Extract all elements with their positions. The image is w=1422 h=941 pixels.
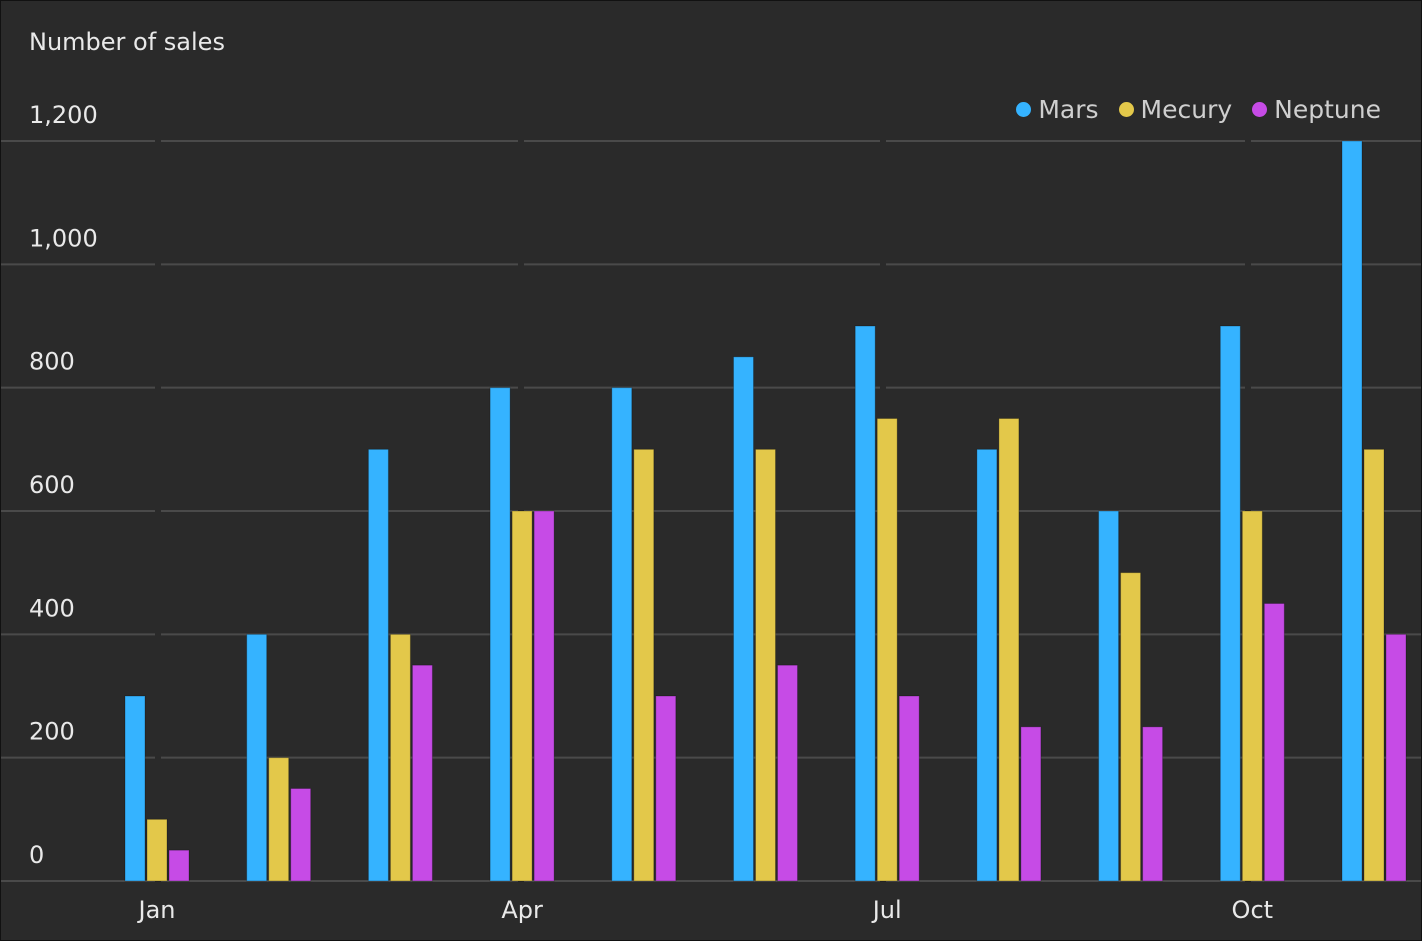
bar-mecury-oct[interactable] bbox=[1241, 510, 1263, 882]
bar-mars-oct[interactable] bbox=[1219, 325, 1241, 882]
bar-mecury-mar[interactable] bbox=[389, 633, 411, 882]
y-tick-label: 0 bbox=[29, 841, 44, 869]
x-tick-label: Jul bbox=[871, 896, 902, 924]
bar-mecury-feb[interactable] bbox=[268, 757, 290, 882]
y-tick-label: 1,000 bbox=[29, 224, 98, 252]
y-tick-label: 800 bbox=[29, 348, 75, 376]
bar-mars-sep[interactable] bbox=[1098, 510, 1120, 882]
bar-chart: Number of sales Mars Mecury Neptune 0 200… bbox=[0, 0, 1422, 941]
bar-mars-jul[interactable] bbox=[854, 325, 876, 882]
bar-neptune-nov[interactable] bbox=[1385, 633, 1407, 882]
bar-mecury-sep[interactable] bbox=[1120, 572, 1142, 882]
bar-neptune-sep[interactable] bbox=[1142, 726, 1164, 882]
bar-neptune-jan[interactable] bbox=[168, 849, 190, 882]
bar-mecury-nov[interactable] bbox=[1363, 448, 1385, 882]
bar-mecury-jul[interactable] bbox=[876, 418, 898, 882]
x-tick-label: Jan bbox=[137, 896, 176, 924]
bar-mars-mar[interactable] bbox=[367, 448, 389, 882]
bar-mecury-may[interactable] bbox=[633, 448, 655, 882]
bar-neptune-oct[interactable] bbox=[1263, 603, 1285, 882]
bar-mecury-jun[interactable] bbox=[755, 448, 776, 882]
bar-neptune-mar[interactable] bbox=[411, 664, 433, 882]
bar-mecury-jan[interactable] bbox=[146, 818, 168, 882]
bar-neptune-jun[interactable] bbox=[777, 664, 798, 882]
y-tick-label: 600 bbox=[29, 471, 75, 499]
bar-mecury-aug[interactable] bbox=[998, 418, 1020, 882]
bar-neptune-jul[interactable] bbox=[898, 695, 920, 882]
bar-mecury-apr[interactable] bbox=[511, 510, 533, 882]
bar-neptune-feb[interactable] bbox=[290, 788, 312, 882]
bar-mars-jan[interactable] bbox=[124, 695, 146, 882]
y-tick-label: 200 bbox=[29, 718, 75, 746]
bar-neptune-aug[interactable] bbox=[1020, 726, 1042, 882]
bar-mars-jun[interactable] bbox=[733, 356, 754, 882]
x-tick-label: Oct bbox=[1232, 896, 1274, 924]
y-tick-label: 400 bbox=[29, 594, 75, 622]
bar-mars-nov[interactable] bbox=[1341, 140, 1363, 882]
bar-neptune-may[interactable] bbox=[655, 695, 677, 882]
bar-mars-may[interactable] bbox=[611, 387, 633, 882]
bar-mars-feb[interactable] bbox=[246, 633, 268, 882]
chart-plot: 0 200 400 600 800 1,000 1,200 Jan Apr Jul Oct bbox=[1, 101, 1421, 924]
bar-neptune-apr[interactable] bbox=[533, 510, 555, 882]
bar-mars-apr[interactable] bbox=[489, 387, 511, 882]
y-tick-label: 1,200 bbox=[29, 101, 98, 129]
x-tick-label: Apr bbox=[501, 896, 543, 924]
bar-mars-aug[interactable] bbox=[976, 448, 998, 882]
